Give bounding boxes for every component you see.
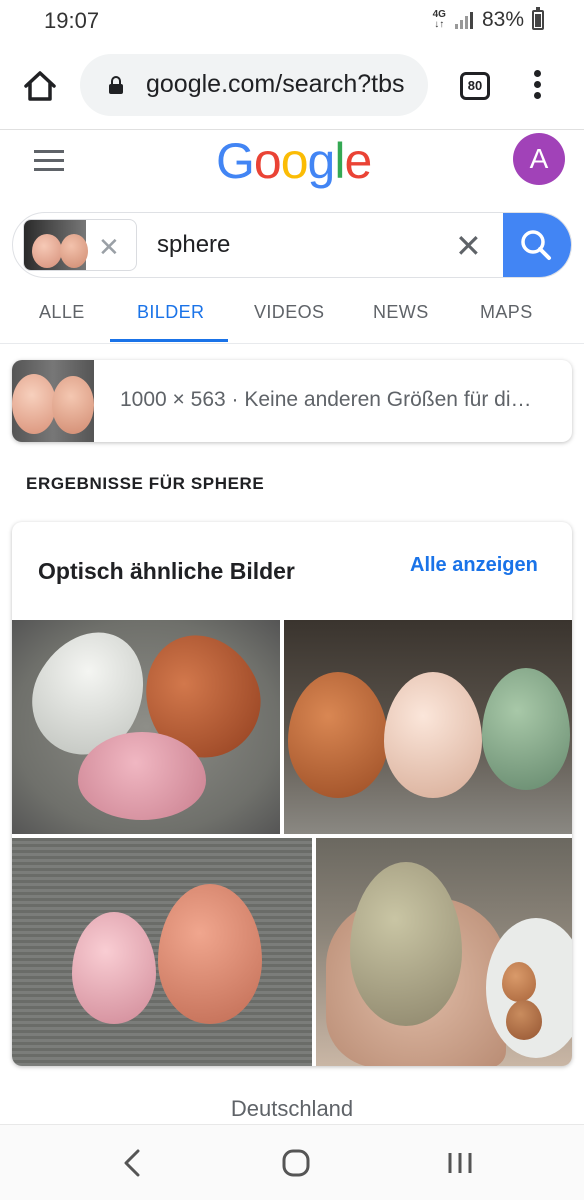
search-icon — [521, 230, 551, 260]
back-icon[interactable] — [118, 1147, 146, 1179]
google-header: Google A — [0, 130, 584, 202]
home-icon[interactable] — [20, 66, 60, 106]
similar-images-card: Optisch ähnliche Bilder Alle anzeigen — [12, 522, 572, 1066]
tab-news[interactable]: NEWS — [373, 302, 429, 323]
network-4g-icon: 4G ↓↑ — [432, 9, 446, 30]
similar-image-3[interactable] — [12, 838, 312, 1066]
tab-videos[interactable]: VIDEOS — [254, 302, 324, 323]
similar-image-2[interactable] — [284, 620, 572, 834]
footer-country: Deutschland — [230, 1096, 354, 1121]
battery-percent: 83% — [481, 8, 524, 31]
search-tabs: ALLE BILDER VIDEOS NEWS MAPS — [0, 282, 584, 344]
status-time: 19:07 — [44, 8, 100, 33]
status-bar: 19:07 4G ↓↑ 83% — [0, 0, 584, 44]
tab-alle[interactable]: ALLE — [39, 302, 85, 323]
active-tab-indicator — [110, 339, 228, 342]
url-text: google.com/search?tbs — [146, 70, 405, 98]
search-box: ✕ sphere ✕ — [12, 212, 572, 278]
hamburger-menu-icon[interactable] — [34, 150, 64, 174]
logo-letter: o — [280, 133, 309, 189]
avatar[interactable]: A — [513, 133, 565, 185]
clear-search-icon[interactable]: ✕ — [455, 227, 482, 265]
source-image-thumbnail — [12, 360, 94, 442]
home-circle-icon[interactable] — [280, 1147, 312, 1179]
logo-letter: G — [216, 133, 255, 189]
logo-letter: o — [253, 133, 282, 189]
image-query-chip[interactable]: ✕ — [23, 219, 137, 271]
system-navigation-bar — [0, 1124, 584, 1200]
address-bar[interactable]: google.com/search?tbs — [80, 54, 428, 116]
remove-image-icon[interactable]: ✕ — [98, 232, 120, 263]
status-icons: 4G ↓↑ 83% — [432, 7, 544, 32]
similar-images-title: Optisch ähnliche Bilder — [38, 558, 295, 584]
image-size-info: 1000 × 563 · Keine anderen Größen für di… — [120, 388, 532, 411]
similar-image-1[interactable] — [12, 620, 280, 834]
lock-icon — [109, 76, 123, 94]
logo-letter: g — [307, 133, 336, 189]
tab-bilder[interactable]: BILDER — [137, 302, 204, 323]
recent-apps-icon[interactable] — [444, 1149, 476, 1177]
image-info-card[interactable]: 1000 × 563 · Keine anderen Größen für di… — [12, 360, 572, 442]
similar-image-4[interactable] — [316, 838, 572, 1066]
google-logo[interactable]: Google — [216, 132, 372, 190]
more-menu-icon[interactable] — [530, 70, 544, 102]
show-all-link[interactable]: Alle anzeigen — [410, 554, 538, 577]
logo-letter: l — [334, 133, 345, 189]
battery-icon — [532, 7, 544, 30]
logo-letter: e — [344, 133, 372, 189]
tab-switcher-button[interactable]: 80 — [460, 72, 490, 100]
signal-icon — [454, 12, 473, 29]
browser-toolbar: google.com/search?tbs 80 — [0, 44, 584, 130]
search-button[interactable] — [503, 213, 571, 277]
search-input[interactable]: sphere — [157, 231, 230, 259]
results-heading: ERGEBNISSE FÜR SPHERE — [26, 474, 265, 493]
query-image-thumbnail — [24, 220, 88, 270]
tab-maps[interactable]: MAPS — [480, 302, 533, 323]
